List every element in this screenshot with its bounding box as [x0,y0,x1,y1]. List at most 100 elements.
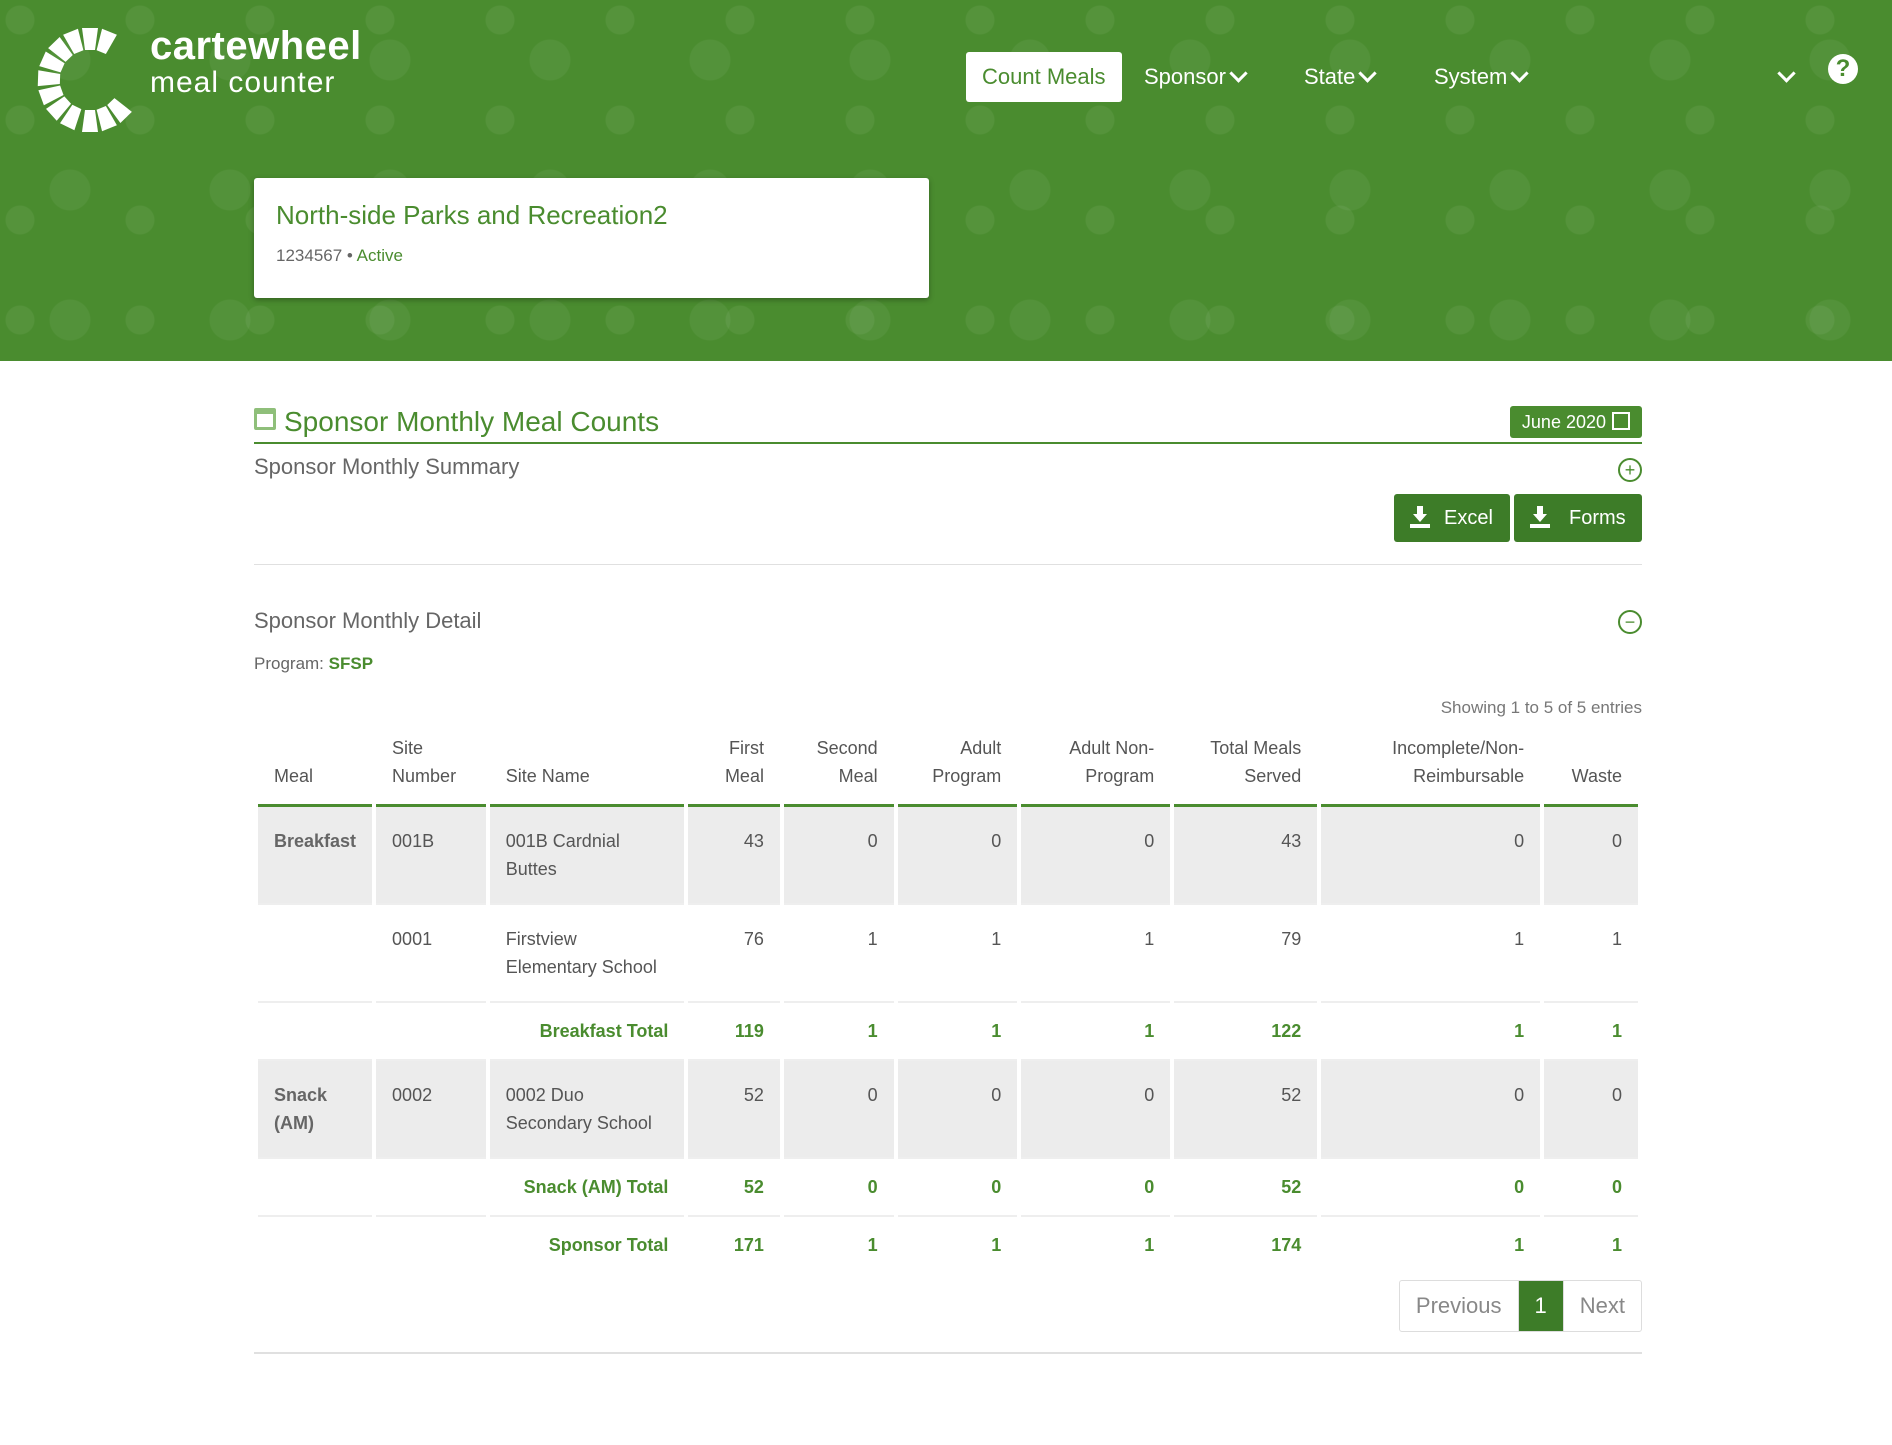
next-page-button[interactable]: Next [1562,1281,1641,1331]
table-row: Breakfast 001B 001B Cardnial Buttes 43 0… [258,807,1638,905]
grand-total-row: Sponsor Total 171 1 1 1 174 1 1 [258,1217,1638,1273]
sponsor-meta: 1234567 • Active [276,246,403,266]
cell-site-name: 001B Cardnial Buttes [489,807,685,905]
user-menu-toggle[interactable] [1774,52,1796,102]
previous-page-button[interactable]: Previous [1400,1281,1519,1331]
cell-adult-program: 0 [897,1159,1018,1217]
table-row: Snack (AM) 0002 0002 Duo Secondary Schoo… [258,1061,1638,1159]
col-header-total-meals[interactable]: Total Meals Served [1174,726,1318,807]
page-1-button[interactable]: 1 [1518,1281,1563,1331]
col-header-meal[interactable]: Meal [258,726,373,807]
col-header-site-name[interactable]: Site Name [489,726,685,807]
cell-adult-non-program: 1 [1021,905,1171,1003]
cell-adult-program: 0 [897,807,1018,905]
divider [254,564,1642,565]
cell-first-meal: 43 [688,807,780,905]
cell-adult-program: 0 [897,1061,1018,1159]
cell-waste: 1 [1544,905,1638,1003]
chevron-down-icon [1777,64,1796,83]
cell-total-meals: 43 [1174,807,1318,905]
cell-waste: 0 [1544,1061,1638,1159]
page-title-bar: Sponsor Monthly Meal Counts June 2020 [254,400,1642,444]
table-header-row: Meal Site Number Site Name First Meal Se… [258,726,1638,807]
cell-second-meal: 1 [867,1235,878,1255]
month-picker-button[interactable]: June 2020 [1509,406,1642,438]
subtotal-row: Breakfast Total 119 1 1 1 122 1 1 [258,1003,1638,1061]
cell-first-meal: 52 [688,1061,780,1159]
sponsor-card: North-side Parks and Recreation2 1234567… [254,178,929,298]
detail-heading: Sponsor Monthly Detail [254,608,482,633]
cell-total-meals: 122 [1174,1003,1318,1061]
cell-site-number: 0002 [376,1061,486,1159]
col-header-site-number[interactable]: Site Number [376,726,486,807]
sponsor-id: 1234567 [276,246,343,265]
expand-summary-icon[interactable]: + [1618,458,1642,482]
page-title: Sponsor Monthly Meal Counts [284,406,660,437]
col-header-second-meal[interactable]: Second Meal [783,726,894,807]
separator: • [346,246,353,265]
entries-info: Showing 1 to 5 of 5 entries [1440,698,1642,717]
cell-second-meal: 1 [783,905,894,1003]
col-header-adult-program[interactable]: Adult Program [897,726,1018,807]
cell-meal: Snack (AM) [258,1061,373,1159]
cell-first-meal: 119 [688,1003,780,1061]
brand-tagline: meal counter [150,66,336,99]
cell-incomplete: 1 [1321,1003,1541,1061]
col-header-incomplete[interactable]: Incomplete/Non-Reimbursable [1321,726,1541,807]
cell-second-meal: 0 [783,1061,894,1159]
chevron-down-icon [1229,64,1248,83]
cell-adult-non-program: 1 [1144,1235,1155,1255]
cell-total-meals: 174 [1271,1235,1302,1255]
col-header-adult-non-program[interactable]: Adult Non-Program [1021,726,1171,807]
status-badge: Active [356,246,403,265]
cell-incomplete: 0 [1321,1159,1541,1217]
cell-incomplete: 1 [1514,1235,1525,1255]
cell-adult-program: 1 [897,1003,1018,1061]
grand-total-label: Sponsor Total [548,1235,669,1255]
chevron-down-icon [1358,64,1378,83]
program-line: Program: SFSP [254,654,374,673]
program-value: SFSP [328,654,374,673]
divider [254,1352,1642,1354]
nav-state[interactable]: State [1304,52,1378,102]
cell-first-meal: 171 [733,1235,764,1255]
brand-name: cartewheel [150,24,362,68]
cell-waste: 1 [1544,1003,1638,1061]
nav-count-meals[interactable]: Count Meals [966,52,1122,102]
nav-system[interactable]: System [1434,52,1530,102]
cell-second-meal: 0 [783,807,894,905]
col-header-waste[interactable]: Waste [1544,726,1638,807]
cell-waste: 0 [1544,1159,1638,1217]
nav-sponsor[interactable]: Sponsor [1144,52,1248,102]
col-header-first-meal[interactable]: First Meal [688,726,780,807]
cell-adult-program: 1 [897,905,1018,1003]
cell-meal [258,905,373,1003]
cell-adult-non-program: 1 [1021,1003,1171,1061]
meal-count-table: Meal Site Number Site Name First Meal Se… [254,726,1642,1273]
cell-total-meals: 52 [1174,1061,1318,1159]
pagination: Previous 1 Next [1398,1280,1642,1332]
header-banner: cartewheel meal counter Count Meals Spon… [0,0,1892,361]
cell-meal: Breakfast [258,807,373,905]
month-label: June 2020 [1521,412,1606,432]
chevron-down-icon [1510,64,1530,83]
subtotal-label: Snack (AM) Total [489,1159,685,1217]
cell-incomplete: 0 [1321,807,1541,905]
subtotal-label: Breakfast Total [489,1003,685,1061]
cell-total-meals: 52 [1174,1159,1318,1217]
collapse-detail-icon[interactable]: − [1618,610,1642,634]
cell-adult-program: 1 [991,1235,1002,1255]
cell-adult-non-program: 0 [1021,807,1171,905]
cell-second-meal: 0 [783,1159,894,1217]
calendar-icon [254,408,276,430]
cell-site-name: Firstview Elementary School [489,905,685,1003]
cell-incomplete: 1 [1321,905,1541,1003]
cell-total-meals: 79 [1174,905,1318,1003]
forms-download-button[interactable]: Forms [1514,494,1642,542]
help-icon[interactable]: ? [1828,54,1858,84]
cell-waste: 1 [1611,1235,1622,1255]
cell-adult-non-program: 0 [1021,1061,1171,1159]
cell-first-meal: 76 [688,905,780,1003]
cell-second-meal: 1 [783,1003,894,1061]
excel-download-button[interactable]: Excel [1394,494,1510,542]
